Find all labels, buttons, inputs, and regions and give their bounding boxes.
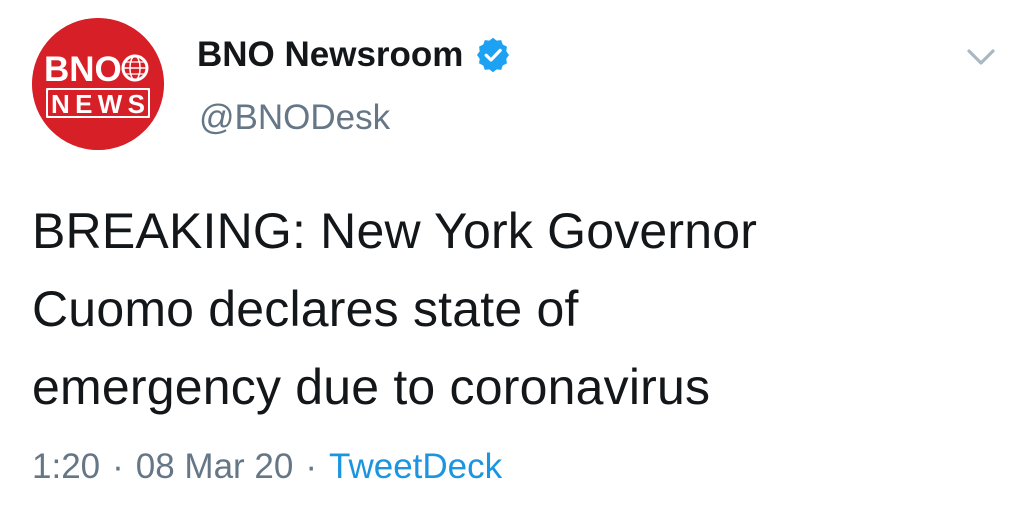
meta-separator: · — [112, 447, 124, 486]
logo-text-bno: BNO — [44, 50, 122, 89]
tweet-text-line: emergency due to coronavirus — [32, 359, 711, 415]
display-name-row[interactable]: BNO Newsroom — [197, 33, 511, 77]
tweet-text-line: BREAKING: New York Governor — [32, 203, 758, 259]
avatar[interactable]: BNO NEWS — [32, 18, 164, 150]
tweet-text-line: Cuomo declares state of — [32, 281, 579, 337]
verified-badge-icon — [475, 37, 511, 73]
tweet-source-link[interactable]: TweetDeck — [329, 447, 502, 486]
bno-news-logo-icon: BNO NEWS — [32, 18, 164, 150]
tweet-date[interactable]: 08 Mar 20 — [136, 447, 294, 486]
tweet-meta: 1:20 · 08 Mar 20 · TweetDeck — [32, 445, 502, 489]
display-name[interactable]: BNO Newsroom — [197, 33, 463, 77]
tweet-time[interactable]: 1:20 — [32, 447, 100, 486]
globe-icon — [121, 54, 149, 82]
chevron-down-icon[interactable] — [964, 44, 998, 70]
tweet-text: BREAKING: New York Governor Cuomo declar… — [32, 192, 992, 426]
account-handle[interactable]: @BNODesk — [199, 96, 390, 140]
logo-text-news: NEWS — [51, 89, 145, 119]
tweet-card: BNO NEWS BNO Newsroom @BNODesk BREAKING:… — [0, 0, 1024, 519]
meta-separator: · — [305, 447, 318, 486]
